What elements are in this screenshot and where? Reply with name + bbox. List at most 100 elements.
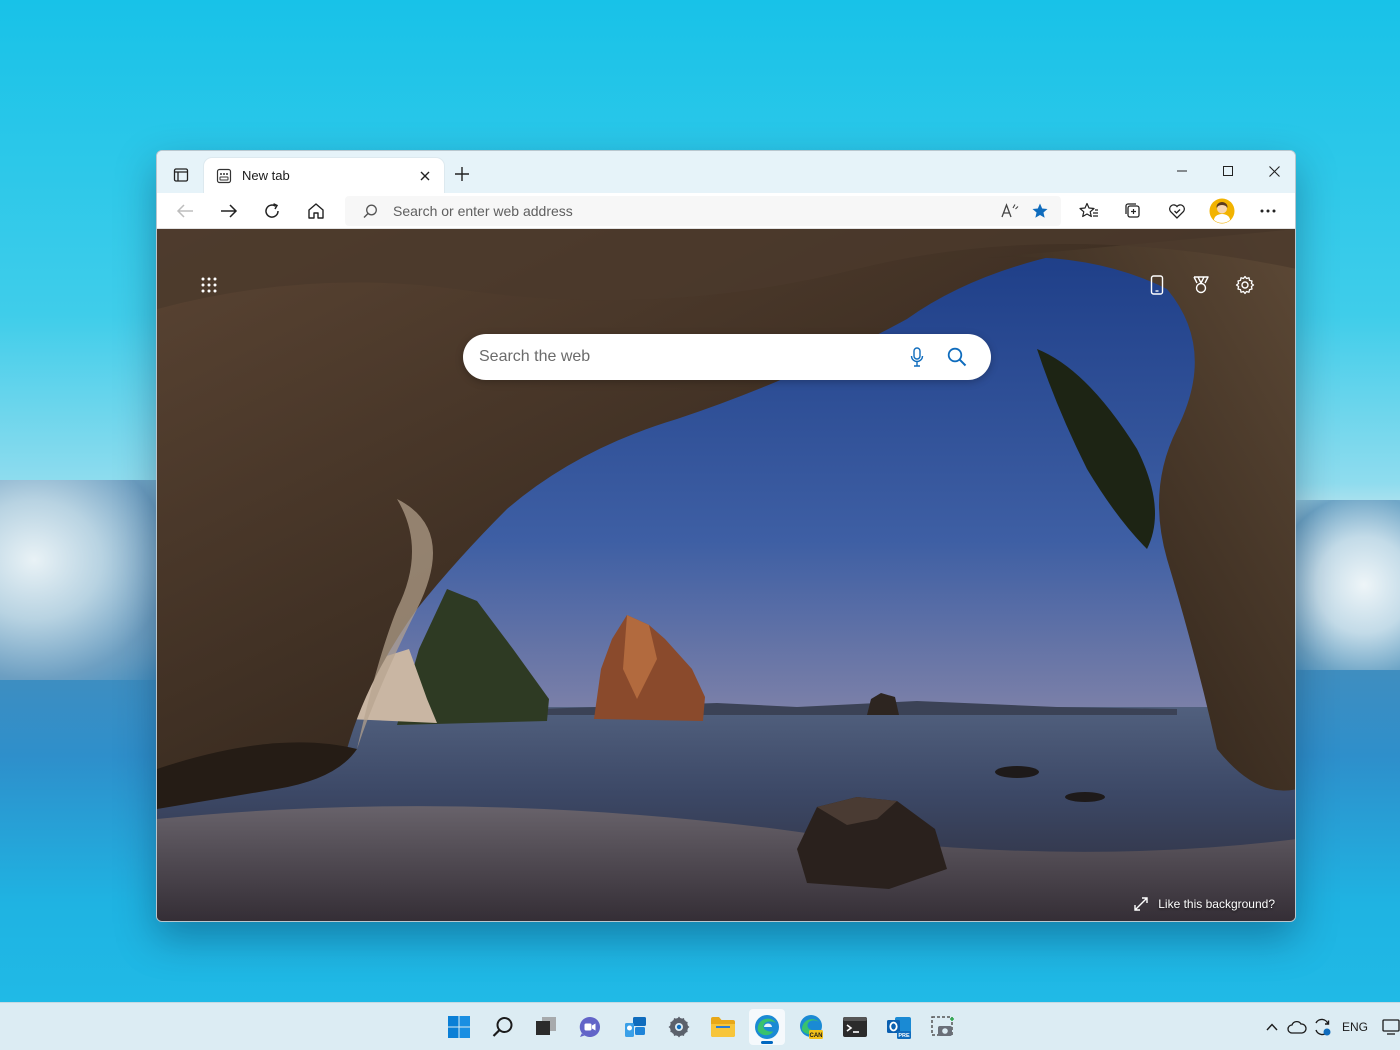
refresh-icon [265, 203, 279, 218]
app-launcher-button[interactable] [193, 269, 225, 301]
star-filled-icon [1032, 203, 1048, 218]
plus-icon [455, 167, 469, 181]
address-input[interactable] [393, 203, 995, 219]
outlook-preview-icon: PRE [887, 1017, 911, 1039]
more-horizontal-icon [1260, 209, 1276, 213]
favorites-icon [1079, 202, 1098, 218]
search-icon [947, 347, 967, 367]
microphone-icon [910, 347, 924, 367]
taskbar-task-view-button[interactable] [528, 1009, 564, 1045]
taskbar-file-explorer-button[interactable] [705, 1009, 741, 1045]
favorites-button[interactable] [1074, 196, 1104, 226]
taskbar-edge-canary-button[interactable]: CAN [793, 1009, 829, 1045]
new-tab-page: Like this background? [157, 229, 1295, 921]
close-icon [1268, 165, 1280, 177]
terminal-icon [843, 1017, 867, 1037]
svg-text:PRE: PRE [898, 1033, 910, 1039]
taskbar-settings-button[interactable] [661, 1009, 697, 1045]
minimize-button[interactable] [1159, 157, 1205, 185]
desktop-wallpaper-wave-right [1280, 500, 1400, 670]
rewards-button[interactable] [1185, 269, 1217, 301]
close-icon [420, 171, 430, 180]
voice-search-button[interactable] [897, 337, 937, 377]
search-icon [492, 1017, 513, 1037]
desktop-wallpaper-wave-left [0, 480, 170, 680]
web-search-input[interactable] [479, 348, 897, 366]
web-search-box[interactable] [463, 334, 991, 380]
sync-status-icon [1315, 1018, 1331, 1036]
navigation-toolbar [157, 193, 1295, 229]
arrow-left-icon [176, 204, 193, 218]
tab-actions-menu-button[interactable] [167, 161, 195, 189]
taskbar-start-button[interactable] [441, 1009, 477, 1045]
teams-chat-icon [579, 1016, 600, 1037]
arrow-right-icon [221, 204, 238, 218]
app-launcher-grid-icon [201, 277, 217, 293]
start-icon [448, 1016, 470, 1038]
web-search-submit-button[interactable] [937, 337, 977, 377]
home-button[interactable] [301, 196, 331, 226]
rewards-medal-icon [1193, 276, 1209, 294]
taskbar-snipping-tool-button[interactable] [925, 1009, 961, 1045]
tab-actions-icon [173, 168, 189, 182]
search-icon [361, 202, 379, 220]
network-volume-tray-button[interactable] [1380, 1015, 1400, 1039]
gear-icon [1235, 275, 1255, 295]
sync-tray-button[interactable] [1310, 1015, 1334, 1039]
maximize-icon [1223, 166, 1233, 176]
profile-button[interactable] [1207, 196, 1237, 226]
page-settings-button[interactable] [1229, 269, 1261, 301]
onedrive-tray-button[interactable] [1285, 1015, 1309, 1039]
collections-icon [1125, 203, 1140, 218]
read-aloud-icon [1001, 203, 1019, 218]
home-icon [308, 203, 324, 219]
forward-button[interactable] [214, 196, 244, 226]
taskbar-chat-button[interactable] [572, 1009, 608, 1045]
file-explorer-icon [711, 1017, 735, 1037]
settings-icon [668, 1016, 690, 1038]
svg-text:CAN: CAN [810, 1033, 823, 1039]
input-language-indicator[interactable]: ENG [1342, 1020, 1368, 1034]
maximize-button[interactable] [1205, 157, 1251, 185]
favorite-star-button[interactable] [1025, 196, 1055, 226]
new-tab-favicon-icon [216, 168, 232, 184]
tab-title: New tab [242, 168, 290, 183]
chevron-up-icon [1266, 1023, 1278, 1031]
address-bar[interactable] [345, 196, 1061, 226]
widgets-icon [625, 1017, 646, 1037]
taskbar-terminal-button[interactable] [837, 1009, 873, 1045]
back-button[interactable] [170, 196, 200, 226]
refresh-button[interactable] [257, 196, 287, 226]
network-display-icon [1382, 1019, 1400, 1035]
background-photo-cathedral-cove [157, 229, 1295, 921]
tab-new-tab[interactable]: New tab [204, 158, 444, 193]
show-hidden-icons-button[interactable] [1262, 1015, 1282, 1039]
close-window-button[interactable] [1251, 157, 1295, 185]
browser-essentials-heart-icon [1169, 204, 1185, 219]
edge-canary-icon: CAN [800, 1015, 823, 1039]
task-view-icon [536, 1017, 556, 1035]
browser-window: New tab Search or enter web address Sear… [156, 150, 1296, 922]
tab-close-button[interactable] [414, 165, 436, 187]
edge-icon [755, 1015, 779, 1039]
new-tab-button[interactable] [450, 162, 474, 186]
minimize-icon [1177, 170, 1187, 172]
taskbar-edge-button[interactable] [749, 1009, 785, 1045]
expand-diagonal-icon [1134, 895, 1152, 913]
like-background-link[interactable]: Like this background? [1134, 895, 1275, 913]
mobile-button[interactable] [1141, 269, 1173, 301]
read-aloud-button[interactable] [995, 196, 1025, 226]
mobile-phone-icon [1150, 275, 1164, 295]
settings-and-more-button[interactable] [1253, 196, 1283, 226]
taskbar: CAN PRE ENG [0, 1002, 1400, 1050]
collections-button[interactable] [1118, 196, 1148, 226]
taskbar-search-button[interactable] [485, 1009, 521, 1045]
taskbar-widgets-button[interactable] [617, 1009, 653, 1045]
cloud-icon [1287, 1020, 1307, 1034]
like-background-label: Like this background? [1158, 897, 1275, 911]
taskbar-outlook-button[interactable]: PRE [881, 1009, 917, 1045]
snipping-tool-icon [931, 1016, 954, 1036]
browser-essentials-button[interactable] [1162, 196, 1192, 226]
avatar [1209, 198, 1235, 224]
title-bar: New tab [157, 151, 1295, 193]
